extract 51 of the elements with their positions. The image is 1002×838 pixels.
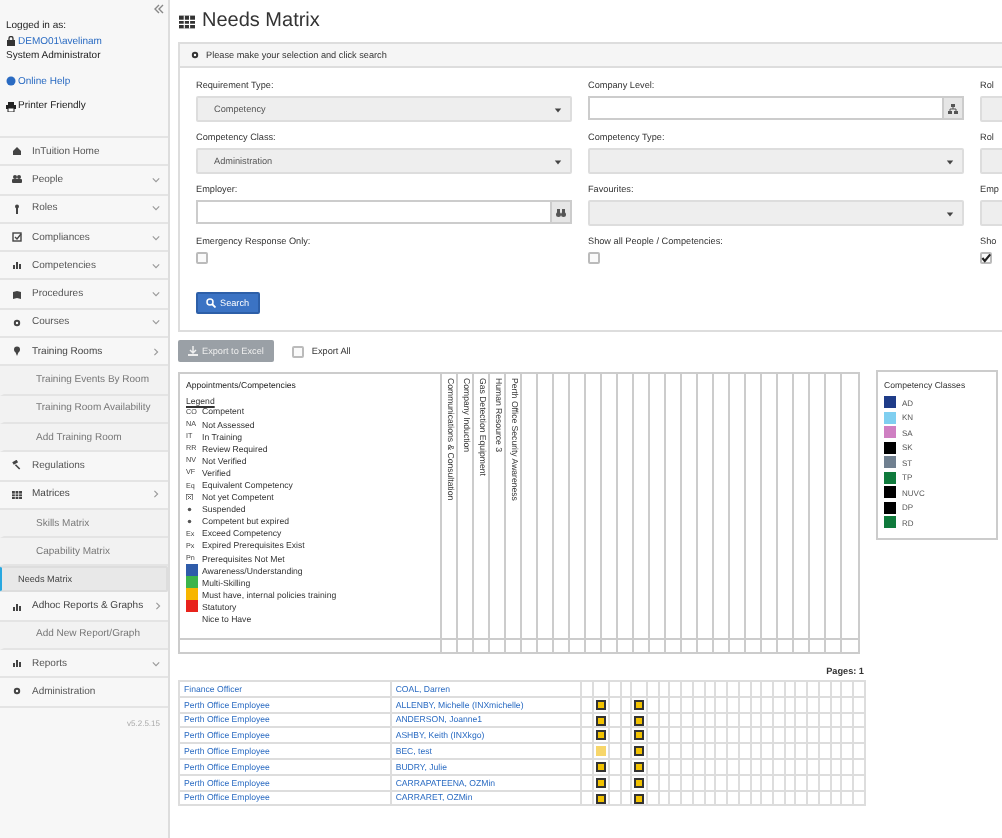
home-icon: [12, 146, 22, 157]
caret-icon: [554, 105, 562, 113]
input-field[interactable]: [588, 96, 944, 120]
requirement-marker[interactable]: [596, 699, 606, 710]
people-icon: [12, 174, 22, 185]
gavel-icon: [12, 460, 22, 471]
requirement-marker[interactable]: [634, 793, 645, 804]
binoculars-icon: [556, 207, 566, 217]
search-icon: [206, 298, 216, 308]
table-icon: [178, 13, 196, 29]
lookup-button[interactable]: [944, 96, 964, 120]
bar-chart-icon: [12, 601, 22, 612]
lookup-button[interactable]: [552, 200, 572, 224]
requirement-marker[interactable]: [596, 793, 606, 804]
checkbox[interactable]: [588, 252, 600, 264]
requirement-marker[interactable]: [596, 762, 606, 773]
chevron-right-icon: [152, 347, 160, 356]
bar-chart-icon: [12, 658, 22, 669]
caret-icon: [946, 209, 954, 217]
checkbox-icon: [12, 232, 22, 243]
book-icon: [12, 289, 22, 300]
caret-icon: [946, 157, 954, 165]
requirement-marker[interactable]: [634, 777, 645, 788]
checkbox[interactable]: [291, 345, 304, 357]
collapse-icon: [154, 4, 164, 14]
download-icon: [188, 346, 198, 356]
table-icon: [12, 489, 22, 500]
chevron-right-icon: [153, 602, 162, 611]
input-field[interactable]: [196, 200, 552, 224]
met-marker[interactable]: [596, 746, 606, 757]
checkbox[interactable]: [980, 252, 992, 264]
collapse-button[interactable]: [154, 4, 164, 14]
checkbox[interactable]: [196, 252, 208, 264]
chevron-right-icon: [152, 490, 160, 499]
cross-icon: [186, 493, 193, 501]
pin-icon: [12, 346, 22, 357]
requirement-marker[interactable]: [596, 730, 606, 741]
hierarchy-icon: [948, 103, 958, 113]
page-title: Needs Matrix: [202, 10, 320, 32]
lock-icon: [6, 36, 16, 46]
requirement-marker[interactable]: [634, 715, 645, 726]
requirement-marker[interactable]: [596, 777, 606, 788]
caret-icon: [554, 157, 562, 165]
help-icon: [6, 76, 16, 86]
requirement-marker[interactable]: [634, 762, 645, 773]
requirement-marker[interactable]: [634, 730, 645, 741]
bar-chart-icon: [12, 260, 22, 271]
requirement-marker[interactable]: [596, 715, 606, 726]
requirement-marker[interactable]: [634, 746, 645, 757]
requirement-marker[interactable]: [634, 699, 645, 710]
printer-icon: [6, 101, 16, 111]
